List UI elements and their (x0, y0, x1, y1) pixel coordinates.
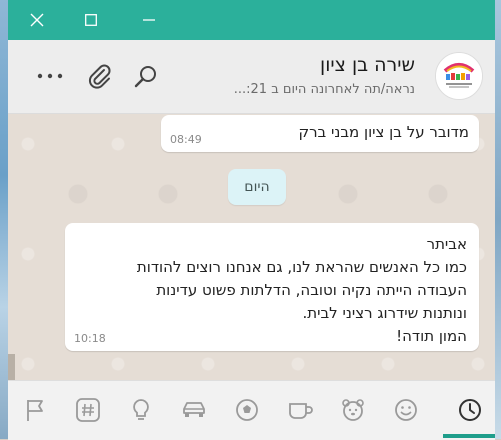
title-bar (8, 0, 495, 40)
flag-icon[interactable] (18, 393, 52, 427)
incoming-message[interactable]: מדובר על בן ציון מבני ברק 08:49 (161, 115, 479, 152)
clock-icon[interactable] (453, 393, 487, 427)
chat-window: שירה בן ציון נראה/תה לאחרונה היום ב 21:.… (8, 0, 495, 440)
smiley-icon[interactable] (389, 393, 423, 427)
active-tab-indicator (443, 434, 495, 438)
hashtag-icon[interactable] (71, 393, 105, 427)
desktop-background-right (495, 0, 501, 439)
incoming-message[interactable]: אביתר כמו כל האנשים שהראת לנו, גם אנחנו … (65, 223, 479, 351)
paperclip-icon[interactable] (86, 62, 114, 90)
message-text: מדובר על בן ציון מבני ברק (298, 123, 469, 141)
last-seen-status: נראה/תה לאחרונה היום ב 21:... (233, 82, 415, 97)
message-line: העבודה הייתה נקיה וטובה, הדלתות פשוט עדי… (156, 281, 467, 299)
maximize-icon[interactable] (68, 0, 114, 40)
desktop-background-left (0, 0, 8, 439)
animal-icon[interactable] (336, 393, 370, 427)
minimize-icon[interactable] (126, 0, 172, 40)
chat-header: שירה בן ציון נראה/תה לאחרונה היום ב 21:.… (8, 40, 495, 114)
message-line: המון תודה! (396, 327, 467, 345)
message-area[interactable]: מדובר על בן ציון מבני ברק 08:49 היום אבי… (8, 114, 495, 380)
message-time: 10:18 (74, 332, 106, 345)
message-line: כמו כל האנשים שהראת לנו, גם אנחנו רוצים … (136, 258, 467, 276)
contact-name[interactable]: שירה בן ציון (320, 54, 415, 76)
more-icon[interactable] (36, 62, 64, 90)
date-separator: היום (228, 169, 286, 205)
message-time: 08:49 (170, 133, 202, 146)
cup-icon[interactable] (283, 393, 317, 427)
search-icon[interactable] (132, 62, 160, 90)
message-line: ונותנות שידרוג רציני לבית. (302, 304, 467, 322)
emoji-category-bar (8, 380, 495, 440)
scrollbar-thumb[interactable] (8, 354, 15, 380)
ball-icon[interactable] (230, 393, 264, 427)
lightbulb-icon[interactable] (124, 393, 158, 427)
close-icon[interactable] (14, 0, 60, 40)
car-icon[interactable] (177, 393, 211, 427)
avatar[interactable] (435, 52, 483, 100)
message-line: אביתר (426, 235, 467, 253)
